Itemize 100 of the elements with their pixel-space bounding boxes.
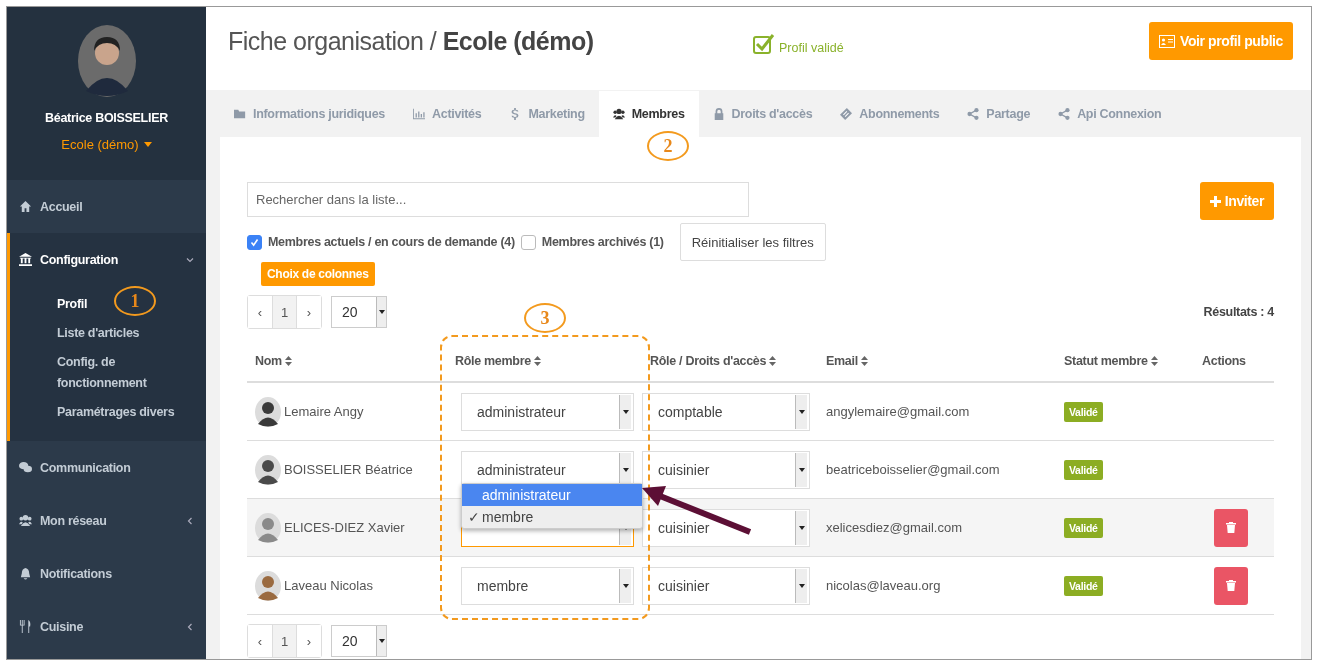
menu-label: Notifications	[40, 566, 112, 581]
menu-item[interactable]: Notifications	[7, 547, 206, 600]
access-role-select[interactable]: comptable	[642, 392, 810, 431]
submenu-item[interactable]: Liste d'articles	[57, 323, 140, 344]
page-title: Fiche organisation / Ecole (démo)	[228, 26, 595, 56]
caret-icon	[622, 583, 629, 588]
avatar	[77, 25, 136, 97]
results-count: Résultats : 4	[1203, 305, 1274, 319]
submenu-item[interactable]: Config. de fonctionnement	[57, 352, 177, 394]
user-name: Béatrice BOISSELIER	[45, 111, 168, 125]
search-field[interactable]: Rechercher dans la liste...	[247, 182, 749, 217]
caret-icon	[622, 409, 629, 414]
share-icon	[1058, 107, 1071, 120]
annotation-marker: 2	[647, 131, 689, 161]
dropdown-option[interactable]: administrateur	[462, 484, 642, 506]
caret-icon	[622, 467, 629, 472]
tag-icon	[840, 107, 853, 120]
column-header[interactable]: Statut membre	[1064, 354, 1148, 368]
status-badge: Validé	[1064, 402, 1103, 422]
submenu-item[interactable]: Paramétrages divers	[57, 402, 175, 423]
avatar	[255, 570, 281, 601]
bell-icon	[19, 567, 32, 580]
folder-icon	[234, 107, 246, 120]
status-badge: Validé	[1064, 460, 1103, 480]
caret-icon	[378, 310, 385, 314]
annotation-marker: 1	[114, 286, 156, 316]
page-button[interactable]: 1	[272, 625, 297, 657]
cutlery-icon	[19, 620, 32, 633]
sort-icon	[1150, 356, 1158, 366]
page-button[interactable]: 1	[272, 296, 297, 328]
menu-label: Accueil	[40, 199, 83, 214]
trash-icon	[1226, 522, 1236, 533]
access-role-select[interactable]: cuisinier	[642, 450, 810, 489]
menu-label: Configuration	[40, 252, 119, 267]
checkbox-check-icon	[753, 32, 775, 55]
column-header[interactable]: Rôle / Droits d'accès	[650, 354, 767, 368]
reset-filters-button[interactable]: Réinitialiser les filtres	[679, 223, 826, 261]
submenu-item[interactable]: Profil	[57, 294, 88, 315]
home-icon	[19, 200, 32, 213]
column-header[interactable]: Email	[826, 354, 858, 368]
caret-icon	[143, 142, 152, 147]
chat-icon	[19, 461, 32, 474]
bar-chart-icon	[413, 107, 425, 120]
member-name: ELICES-DIEZ Xavier	[284, 520, 405, 535]
checkbox[interactable]	[520, 234, 536, 250]
avatar	[255, 454, 281, 485]
users-icon	[612, 108, 625, 120]
avatar	[255, 396, 281, 427]
share-icon	[967, 107, 980, 120]
menu-label: Cuisine	[40, 619, 84, 634]
menu-label: Mon réseau	[40, 513, 107, 528]
email-text: angylemaire@gmail.com	[826, 404, 970, 419]
menu-label: Communication	[40, 460, 131, 475]
menu-item[interactable]: Mon réseau	[7, 494, 206, 547]
sort-icon	[533, 356, 541, 366]
menu-item[interactable]: Configuration	[10, 233, 206, 286]
column-header: Actions	[1202, 354, 1246, 368]
delete-button[interactable]	[1214, 508, 1248, 547]
lock-icon	[712, 107, 725, 120]
column-header[interactable]: Rôle membre	[455, 354, 531, 368]
menu-item[interactable]: Cuisine	[7, 600, 206, 653]
organization-switcher[interactable]: Ecole (démo)	[61, 137, 152, 152]
filter-label: Membres archivés (1)	[541, 235, 664, 249]
avatar	[255, 512, 281, 543]
page-size-select[interactable]: 20	[331, 625, 387, 657]
menu-item[interactable]: Accueil	[7, 180, 206, 233]
column-header[interactable]: Nom	[255, 354, 282, 368]
access-role-select[interactable]: cuisinier	[642, 566, 810, 605]
menu-item[interactable]: Communication	[7, 441, 206, 494]
delete-button[interactable]	[1214, 566, 1248, 605]
caret-icon	[378, 639, 385, 643]
checkbox[interactable]	[247, 234, 262, 250]
filter-label: Membres actuels / en cours de demande (4)	[268, 235, 515, 249]
role-select[interactable]: membre	[461, 566, 634, 605]
email-text: beatriceboisselier@gmail.com	[826, 462, 1000, 477]
caret-icon	[798, 583, 805, 588]
sort-icon	[284, 356, 292, 366]
dropdown-option[interactable]: ✓membre	[462, 506, 642, 528]
role-select[interactable]: administrateur	[461, 392, 634, 431]
plus-icon	[1209, 195, 1221, 207]
member-name: BOISSELIER Béatrice	[284, 462, 413, 477]
status-badge: Validé	[1064, 576, 1103, 596]
caret-icon	[798, 525, 805, 530]
status-badge: Validé	[1064, 518, 1103, 538]
users-icon	[19, 514, 32, 527]
member-name: Laveau Nicolas	[284, 578, 373, 593]
email-text: xelicesdiez@gmail.com	[826, 520, 963, 535]
email-text: nicolas@laveau.org	[826, 578, 941, 593]
caret-icon	[798, 467, 805, 472]
annotation-marker: 3	[524, 303, 566, 333]
trash-icon	[1226, 580, 1236, 591]
sort-icon	[769, 356, 777, 366]
sort-icon	[860, 356, 868, 366]
page-size-select[interactable]: 20	[331, 296, 387, 328]
id-card-icon	[1159, 34, 1175, 48]
tab[interactable]: Membres	[598, 91, 699, 137]
bank-icon	[19, 253, 32, 266]
caret-icon	[798, 409, 805, 414]
access-role-select[interactable]: cuisinier	[642, 508, 810, 547]
member-name: Lemaire Angy	[284, 404, 364, 419]
